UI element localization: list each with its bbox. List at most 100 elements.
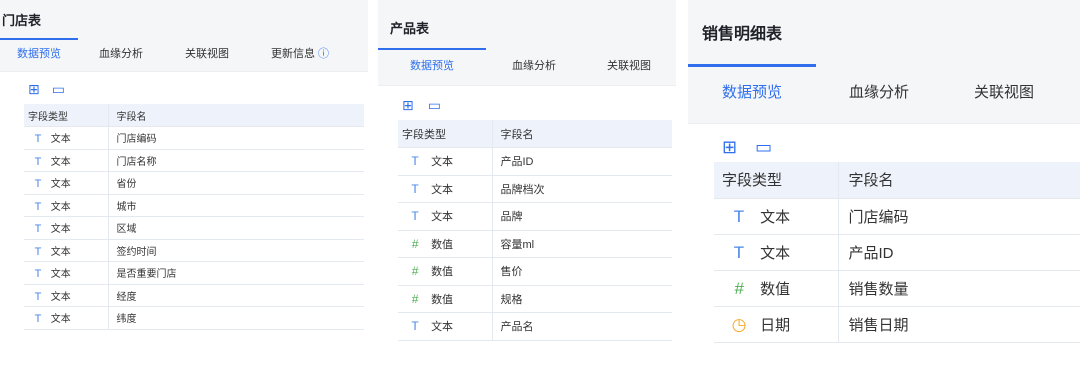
table-row: T 文本 产品名 — [398, 312, 672, 341]
field-type-label: 数值 — [431, 238, 454, 251]
number-type-icon: # — [734, 278, 744, 298]
info-icon[interactable]: ⓘ — [318, 48, 329, 60]
text-type-icon: T — [733, 206, 745, 226]
table-header-row: 字段类型 字段名 — [24, 104, 364, 127]
field-type-cell: T 文本 — [24, 284, 109, 307]
tab-bar: 数据预览 血缘分析 关联视图 — [688, 64, 1080, 123]
table-row: ◷ 日期 销售日期 — [714, 306, 1080, 343]
column-header-field-type: 字段类型 — [714, 162, 839, 199]
tab-bar: 数据预览 血缘分析 关联视图 — [378, 48, 676, 85]
field-name-cell: 品牌档次 — [492, 175, 672, 203]
date-type-icon: ◷ — [731, 314, 747, 334]
field-name-cell: 品牌 — [492, 202, 672, 231]
table-row: T 文本 门店编码 — [24, 126, 364, 150]
panel-title: 产品表 — [390, 21, 430, 36]
tab-related-view[interactable]: 关联视图 — [942, 65, 1066, 123]
field-type-cell: # 数值 — [398, 257, 493, 286]
text-type-icon: T — [34, 290, 42, 303]
tab-lineage[interactable]: 血缘分析 — [486, 49, 582, 85]
window-icon[interactable]: ▭ — [428, 97, 441, 114]
column-header-field-type: 字段类型 — [24, 104, 109, 127]
field-type-label: 文本 — [50, 314, 71, 326]
column-header-field-name: 字段名 — [492, 120, 672, 148]
tab-data-preview[interactable]: 数据预览 — [688, 64, 816, 123]
field-name-cell: 产品名 — [492, 312, 672, 341]
view-toolbar: ⊞ ▭ — [0, 74, 368, 104]
text-type-icon: T — [411, 319, 419, 334]
field-type-cell: T 文本 — [714, 234, 839, 271]
field-name-cell: 是否重要门店 — [108, 261, 364, 285]
text-type-icon: T — [34, 155, 42, 168]
field-name-cell: 产品ID — [492, 147, 672, 176]
tab-data-preview[interactable]: 数据预览 — [0, 38, 78, 71]
window-icon[interactable]: ▭ — [755, 137, 772, 158]
text-type-icon: T — [34, 268, 42, 281]
field-name-cell: 销售数量 — [838, 270, 1080, 307]
table-row: T 文本 纬度 — [24, 306, 364, 330]
text-type-icon: T — [34, 200, 42, 213]
tab-update-info[interactable]: 更新信息 ⓘ — [250, 39, 350, 71]
field-name-cell: 城市 — [108, 194, 364, 217]
field-name-cell: 门店编码 — [108, 126, 364, 150]
table-row: T 文本 城市 — [24, 194, 364, 217]
field-type-label: 文本 — [431, 183, 454, 196]
field-name-cell: 区域 — [108, 216, 364, 240]
text-type-icon: T — [34, 313, 42, 326]
text-type-icon: T — [411, 209, 419, 224]
field-type-label: 文本 — [50, 269, 71, 281]
field-name-cell: 售价 — [492, 257, 672, 286]
view-toolbar: ⊞ ▭ — [688, 132, 1080, 162]
table-row: T 文本 省份 — [24, 171, 364, 195]
tab-related-view[interactable]: 关联视图 — [582, 49, 676, 85]
tab-lineage[interactable]: 血缘分析 — [78, 39, 164, 71]
field-type-label: 文本 — [50, 201, 71, 213]
field-type-label: 文本 — [431, 156, 454, 169]
text-type-icon: T — [34, 178, 42, 191]
field-name-cell: 容量ml — [492, 230, 672, 258]
table-row: T 文本 品牌 — [398, 202, 672, 231]
field-name-cell: 产品ID — [838, 234, 1080, 271]
grid-icon[interactable]: ⊞ — [722, 137, 737, 158]
column-header-field-name: 字段名 — [108, 104, 364, 127]
text-type-icon: T — [34, 223, 42, 236]
grid-icon[interactable]: ⊞ — [402, 97, 414, 114]
field-type-cell: T 文本 — [24, 149, 109, 172]
field-type-label: 数值 — [760, 280, 791, 298]
number-type-icon: # — [411, 236, 419, 251]
store-table-panel: 门店表 数据预览 血缘分析 关联视图 更新信息 ⓘ ⊞ ▭ 字段类型 字段名 T… — [0, 0, 368, 372]
table-header-row: 字段类型 字段名 — [398, 120, 672, 148]
column-header-field-type: 字段类型 — [398, 120, 493, 148]
field-type-label: 日期 — [760, 316, 791, 334]
table-row: T 文本 品牌档次 — [398, 175, 672, 203]
product-table-panel: 产品表 数据预览 血缘分析 关联视图 ⊞ ▭ 字段类型 字段名 T 文本 产品ID… — [378, 0, 676, 372]
field-type-label: 文本 — [50, 134, 71, 146]
field-type-cell: T 文本 — [398, 175, 493, 203]
field-type-label: 文本 — [50, 156, 71, 168]
panel-title: 门店表 — [2, 13, 42, 28]
field-table: 字段类型 字段名 T 文本 门店编码 T 文本 门店名称 T 文本 省份 T 文本 城市 T 文… — [24, 104, 364, 330]
table-row: T 文本 产品ID — [398, 147, 672, 176]
table-row: T 文本 门店名称 — [24, 149, 364, 172]
field-type-cell: T 文本 — [398, 147, 493, 176]
field-type-label: 文本 — [431, 321, 454, 334]
field-type-label: 文本 — [50, 291, 71, 303]
tab-data-preview[interactable]: 数据预览 — [378, 48, 486, 85]
tab-lineage[interactable]: 血缘分析 — [816, 65, 942, 123]
table-row: T 文本 产品ID — [714, 234, 1080, 271]
grid-icon[interactable]: ⊞ — [28, 81, 40, 98]
table-row: # 数值 售价 — [398, 257, 672, 286]
table-header-row: 字段类型 字段名 — [714, 162, 1080, 199]
field-type-label: 文本 — [760, 244, 791, 262]
field-type-label: 数值 — [431, 266, 454, 279]
table-row: T 文本 经度 — [24, 284, 364, 307]
field-name-cell: 经度 — [108, 284, 364, 307]
text-type-icon: T — [34, 245, 42, 258]
tab-update-info-label: 更新信息 — [270, 48, 315, 60]
field-type-cell: T 文本 — [398, 312, 493, 341]
tab-related-view[interactable]: 关联视图 — [164, 39, 250, 71]
panel-header: 产品表 数据预览 血缘分析 关联视图 — [378, 0, 676, 86]
field-table: 字段类型 字段名 T 文本 门店编码 T 文本 产品ID # 数值 销售数量 ◷ 日期 销售日… — [714, 162, 1080, 343]
window-icon[interactable]: ▭ — [52, 81, 65, 98]
view-toolbar: ⊞ ▭ — [378, 90, 676, 120]
table-row: T 文本 门店编码 — [714, 198, 1080, 235]
